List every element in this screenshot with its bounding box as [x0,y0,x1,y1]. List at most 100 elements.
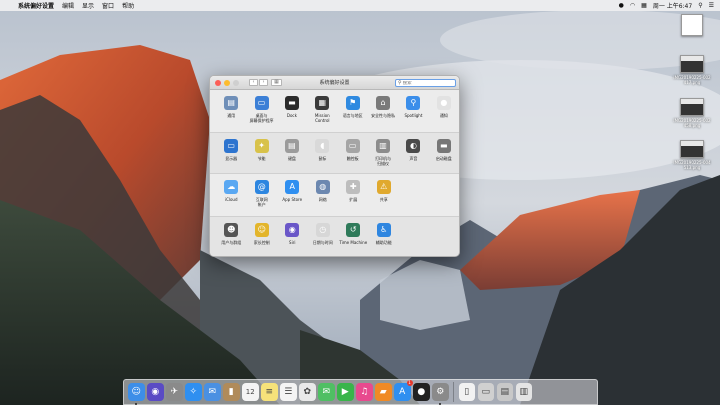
document-thumbnail [681,14,703,36]
pref-pane-label: iCloud [224,197,238,202]
spotlight-search-icon[interactable]: ⚲ [698,2,702,9]
pref-pane-time-machine[interactable]: ↺ Time Machine [338,223,369,245]
input-method-icon[interactable]: ▦ [641,2,647,9]
system-preferences-window: ‹ › ▦ 系统偏好设置 ⚲ ▤ 通用 ▭ 桌面与 屏幕保护程序 ▬ Dock ▦ Missi… [209,75,460,257]
pref-pane-security[interactable]: ⌂ 安全性与隐私 [368,96,398,118]
dock-glyph: ⚙ [436,387,445,397]
pref-pane-sound[interactable]: ◐ 声音 [398,139,428,161]
users-groups-icon: ☻ [224,223,239,237]
pref-pane-startup-disk[interactable]: ▬ 启动磁盘 [429,139,459,161]
folder-stack-icon[interactable]: ▤ [496,383,513,401]
pref-pane-date-time[interactable]: ◷ 日期与时间 [308,223,339,245]
itunes-icon[interactable]: ♫ [356,383,373,401]
pref-pane-desktop[interactable]: ▭ 桌面与 屏幕保护程序 [246,96,276,123]
pref-pane-notifications[interactable]: ● 通知 [429,96,459,118]
menu-window[interactable]: 窗口 [102,1,114,10]
search-input[interactable] [402,80,453,86]
pref-pane-energy-saver[interactable]: ✦ 节能 [246,139,276,161]
pref-pane-label: Siri [289,240,296,245]
pref-pane-label: 日期与时间 [312,240,333,245]
pref-pane-language[interactable]: ⚑ 语言与地区 [338,96,368,118]
close-button[interactable] [215,79,221,86]
pref-pane-spotlight[interactable]: ⚲ Spotlight [398,96,428,118]
pref-pane-network[interactable]: ◍ 网络 [308,180,339,202]
wifi-icon[interactable]: ◠ [630,2,635,9]
qq-icon[interactable]: ● [413,383,430,401]
trash-icon[interactable]: ▥ [515,383,532,401]
facetime-icon[interactable]: ▶ [337,383,354,401]
time-machine-icon: ↺ [346,223,361,237]
spotlight-icon: ⚲ [406,96,421,110]
pref-pane-label: 显示器 [225,156,238,161]
show-all-button[interactable]: ▦ [271,79,282,86]
pref-pane-app-store[interactable]: A App Store [277,180,308,202]
pref-pane-label: Dock [286,113,297,118]
screenshot-thumbnail [680,55,704,73]
menu-help[interactable]: 帮助 [122,1,134,10]
menu-app-name[interactable]: 系统偏好设置 [18,1,54,10]
desktop-file-screenshot-3[interactable]: IMG20190225-004 513.png [670,140,714,170]
dock-glyph: ▰ [379,387,387,397]
calendar-icon[interactable]: 12 [242,383,259,401]
pref-pane-users-groups[interactable]: ☻ 用户与群组 [216,223,247,245]
pref-pane-mission-control[interactable]: ▦ Mission Control [307,96,337,123]
reminders-icon[interactable]: ☰ [280,383,297,401]
zoom-button[interactable] [233,79,239,86]
pref-pane-extensions[interactable]: ✚ 扩展 [338,180,369,202]
pref-pane-icloud[interactable]: ☁ iCloud [216,180,247,202]
menu-edit[interactable]: 编辑 [62,1,74,10]
qq-status-icon[interactable]: ● [619,2,624,9]
menubar-clock[interactable]: 周一 上午6:47 [653,1,692,10]
messages-icon[interactable]: ✉ [318,383,335,401]
screenshots-stack-icon[interactable]: ▭ [477,383,494,401]
app-store-icon[interactable]: A1 [394,380,413,401]
pref-pane-accessibility[interactable]: ♿ 辅助功能 [369,223,400,245]
menubar: 系统偏好设置 编辑 显示 窗口 帮助 ● ◠ ▦ 周一 上午6:47 ⚲ ☰ [0,0,720,11]
pref-pane-dock[interactable]: ▬ Dock [277,96,307,118]
keyboard-icon: ▤ [284,139,299,153]
finder-icon[interactable]: ☺ [128,383,145,405]
pref-pane-keyboard[interactable]: ▤ 键盘 [277,139,307,161]
safari-icon[interactable]: ✧ [185,383,202,401]
pref-pane-internet-accounts[interactable]: @ 互联网 帐户 [247,180,278,207]
menu-view[interactable]: 显示 [82,1,94,10]
back-button[interactable]: ‹ [249,79,258,86]
pref-pane-sharing[interactable]: ⚠ 共享 [369,180,400,202]
document-icon[interactable]: ▯ [458,383,475,401]
system-preferences-icon[interactable]: ⚙ [432,383,449,405]
dock-glyph: ▶ [341,387,349,397]
pref-pane-general[interactable]: ▤ 通用 [216,96,246,118]
window-titlebar[interactable]: ‹ › ▦ 系统偏好设置 ⚲ [210,76,459,90]
pref-pane-trackpad[interactable]: ▭ 触控板 [338,139,368,161]
pref-pane-parental-controls[interactable]: ☺ 家长控制 [247,223,278,245]
photos-icon[interactable]: ✿ [299,383,316,401]
siri-icon[interactable]: ◉ [147,383,164,401]
desktop-file-document[interactable] [670,14,714,38]
contacts-icon[interactable]: ▮ [223,383,240,401]
date-time-icon: ◷ [315,223,330,237]
pref-pane-printers[interactable]: ▥ 打印机与 扫描仪 [368,139,398,166]
dock-glyph: A [399,387,406,397]
notes-icon[interactable]: ≡ [261,383,278,401]
startup-disk-icon: ▬ [436,139,451,153]
minimize-button[interactable] [224,79,230,86]
screenshot-thumbnail [680,140,704,158]
launchpad-icon[interactable]: ✈ [166,383,183,401]
notification-center-icon[interactable]: ☰ [709,2,714,9]
forward-button[interactable]: › [259,79,268,86]
preference-section: ▭ 显示器 ✦ 节能 ▤ 键盘 ◖ 鼠标 ▭ 触控板 ▥ 打印机与 扫描仪 ◐ 声音 ▬ 启动磁盘 [210,132,459,174]
preference-section: ☻ 用户与群组 ☺ 家长控制 ◉ Siri ◷ 日期与时间 ↺ Time Machine ♿ 辅助功能 [210,216,459,256]
dock-glyph: ▭ [481,387,490,397]
notifications-icon: ● [436,96,451,110]
ibooks-icon[interactable]: ▰ [375,383,392,401]
mail-icon[interactable]: ✉ [204,383,221,401]
preference-section: ☁ iCloud @ 互联网 帐户 A App Store ◍ 网络 ✚ 扩展 ⚠ 共享 [210,174,459,216]
pref-pane-displays[interactable]: ▭ 显示器 [216,139,246,161]
pref-pane-siri[interactable]: ◉ Siri [277,223,308,245]
pref-pane-label: 语言与地区 [342,113,363,118]
desktop-file-screenshot-2[interactable]: IMG20190225-002 458.png [670,98,714,128]
pref-pane-mouse[interactable]: ◖ 鼠标 [307,139,337,161]
desktop-file-screenshot-1[interactable]: IMG20190225-002 417.png [670,55,714,85]
search-field[interactable]: ⚲ [395,79,456,87]
pref-pane-label: 共享 [379,197,388,202]
